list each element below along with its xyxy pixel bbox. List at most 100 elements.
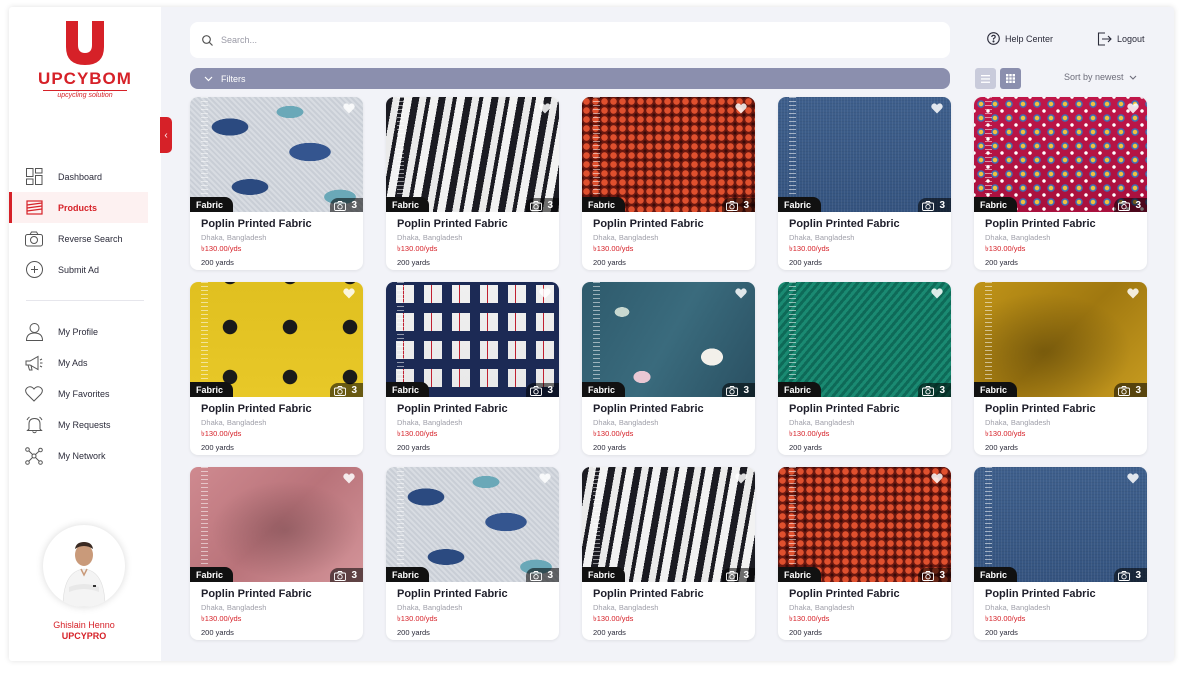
sidebar-item-my-network[interactable]: My Network xyxy=(9,440,148,471)
brand-logo[interactable]: UPCYBOM upcycling solution xyxy=(35,21,135,111)
favorite-heart-icon[interactable] xyxy=(539,101,551,119)
favorite-heart-icon[interactable] xyxy=(343,471,355,489)
product-card[interactable]: Fabric 3 Poplin Printed Fabric Dhaka, Ba… xyxy=(778,282,951,455)
product-image[interactable]: Fabric 3 xyxy=(974,97,1147,212)
product-title[interactable]: Poplin Printed Fabric xyxy=(985,218,1136,230)
product-image[interactable]: Fabric 3 xyxy=(974,467,1147,582)
photo-count-value: 3 xyxy=(1135,385,1141,396)
list-icon xyxy=(981,74,990,83)
measuring-tape xyxy=(593,467,600,582)
photo-count: 3 xyxy=(526,198,559,212)
product-location: Dhaka, Bangladesh xyxy=(985,418,1051,427)
product-image[interactable]: Fabric 3 xyxy=(386,282,559,397)
sidebar-item-my-ads[interactable]: My Ads xyxy=(9,347,148,378)
camera-icon xyxy=(726,385,739,396)
photo-count: 3 xyxy=(1114,568,1147,582)
product-image[interactable]: Fabric 3 xyxy=(190,282,363,397)
product-card[interactable]: Fabric 3 Poplin Printed Fabric Dhaka, Ba… xyxy=(974,467,1147,640)
sidebar-item-products[interactable]: Products xyxy=(9,192,148,223)
product-image[interactable]: Fabric 3 xyxy=(778,282,951,397)
help-center-label: Help Center xyxy=(1005,33,1054,44)
product-info: Poplin Printed Fabric Dhaka, Bangladesh … xyxy=(190,582,363,640)
photo-count-value: 3 xyxy=(743,385,749,396)
product-image[interactable]: Fabric 3 xyxy=(190,467,363,582)
favorite-heart-icon[interactable] xyxy=(1127,471,1139,489)
filters-toggle[interactable]: Filters xyxy=(190,68,950,89)
sort-dropdown[interactable]: Sort by newest xyxy=(1064,72,1137,82)
product-card[interactable]: Fabric 3 Poplin Printed Fabric Dhaka, Ba… xyxy=(386,282,559,455)
product-image[interactable]: Fabric 3 xyxy=(974,282,1147,397)
product-title[interactable]: Poplin Printed Fabric xyxy=(789,588,940,600)
logout-button[interactable]: Logout xyxy=(1097,32,1145,46)
logout-icon xyxy=(1097,32,1112,46)
search-bar[interactable] xyxy=(190,22,950,58)
product-image[interactable]: Fabric 3 xyxy=(386,467,559,582)
sidebar-item-my-requests[interactable]: My Requests xyxy=(9,409,148,440)
product-title[interactable]: Poplin Printed Fabric xyxy=(985,588,1136,600)
sidebar-item-my-favorites[interactable]: My Favorites xyxy=(9,378,148,409)
product-title[interactable]: Poplin Printed Fabric xyxy=(397,218,548,230)
favorite-heart-icon[interactable] xyxy=(539,286,551,304)
product-title[interactable]: Poplin Printed Fabric xyxy=(789,218,940,230)
user-profile-card[interactable]: Ghislain Henno UPCYPRO xyxy=(42,525,126,641)
product-image[interactable]: Fabric 3 xyxy=(778,97,951,212)
product-image[interactable]: Fabric 3 xyxy=(582,467,755,582)
user-name: Ghislain Henno xyxy=(53,620,115,630)
favorite-heart-icon[interactable] xyxy=(1127,286,1139,304)
favorite-heart-icon[interactable] xyxy=(931,101,943,119)
list-view-button[interactable] xyxy=(975,68,996,89)
product-card[interactable]: Fabric 3 Poplin Printed Fabric Dhaka, Ba… xyxy=(974,97,1147,270)
favorite-heart-icon[interactable] xyxy=(1127,101,1139,119)
favorite-heart-icon[interactable] xyxy=(931,471,943,489)
sidebar-item-reverse-search[interactable]: Reverse Search xyxy=(9,223,148,254)
product-card[interactable]: Fabric 3 Poplin Printed Fabric Dhaka, Ba… xyxy=(778,467,951,640)
favorite-heart-icon[interactable] xyxy=(539,471,551,489)
product-title[interactable]: Poplin Printed Fabric xyxy=(985,403,1136,415)
product-image[interactable]: Fabric 3 xyxy=(190,97,363,212)
product-title[interactable]: Poplin Printed Fabric xyxy=(593,588,744,600)
product-image[interactable]: Fabric 3 xyxy=(778,467,951,582)
sidebar-collapse-button[interactable]: ‹ xyxy=(160,117,172,153)
sidebar-item-submit-ad[interactable]: Submit Ad xyxy=(9,254,148,285)
product-location: Dhaka, Bangladesh xyxy=(201,233,267,242)
favorite-heart-icon[interactable] xyxy=(343,101,355,119)
product-image[interactable]: Fabric 3 xyxy=(582,282,755,397)
product-info: Poplin Printed Fabric Dhaka, Bangladesh … xyxy=(778,212,951,270)
product-card[interactable]: Fabric 3 Poplin Printed Fabric Dhaka, Ba… xyxy=(582,282,755,455)
product-title[interactable]: Poplin Printed Fabric xyxy=(593,403,744,415)
product-info: Poplin Printed Fabric Dhaka, Bangladesh … xyxy=(190,212,363,270)
favorite-heart-icon[interactable] xyxy=(735,286,747,304)
product-card[interactable]: Fabric 3 Poplin Printed Fabric Dhaka, Ba… xyxy=(190,467,363,640)
category-badge: Fabric xyxy=(190,197,234,212)
product-card[interactable]: Fabric 3 Poplin Printed Fabric Dhaka, Ba… xyxy=(386,97,559,270)
product-title[interactable]: Poplin Printed Fabric xyxy=(397,403,548,415)
product-card[interactable]: Fabric 3 Poplin Printed Fabric Dhaka, Ba… xyxy=(582,97,755,270)
sidebar-item-my-profile[interactable]: My Profile xyxy=(9,316,148,347)
favorite-heart-icon[interactable] xyxy=(931,286,943,304)
sidebar-item-dashboard[interactable]: Dashboard xyxy=(9,161,148,192)
product-image[interactable]: Fabric 3 xyxy=(386,97,559,212)
product-title[interactable]: Poplin Printed Fabric xyxy=(397,588,548,600)
product-title[interactable]: Poplin Printed Fabric xyxy=(201,218,352,230)
product-quantity: 200 yards xyxy=(201,628,234,637)
product-title[interactable]: Poplin Printed Fabric xyxy=(201,403,352,415)
avatar[interactable] xyxy=(43,525,125,607)
favorite-heart-icon[interactable] xyxy=(735,471,747,489)
product-image[interactable]: Fabric 3 xyxy=(582,97,755,212)
favorite-heart-icon[interactable] xyxy=(735,101,747,119)
product-title[interactable]: Poplin Printed Fabric xyxy=(593,218,744,230)
category-badge: Fabric xyxy=(386,567,430,582)
product-card[interactable]: Fabric 3 Poplin Printed Fabric Dhaka, Ba… xyxy=(386,467,559,640)
product-card[interactable]: Fabric 3 Poplin Printed Fabric Dhaka, Ba… xyxy=(974,282,1147,455)
product-card[interactable]: Fabric 3 Poplin Printed Fabric Dhaka, Ba… xyxy=(190,97,363,270)
bell-icon xyxy=(25,416,43,434)
search-input[interactable] xyxy=(221,35,821,45)
product-title[interactable]: Poplin Printed Fabric xyxy=(789,403,940,415)
favorite-heart-icon[interactable] xyxy=(343,286,355,304)
product-card[interactable]: Fabric 3 Poplin Printed Fabric Dhaka, Ba… xyxy=(778,97,951,270)
grid-view-button[interactable] xyxy=(1000,68,1021,89)
product-title[interactable]: Poplin Printed Fabric xyxy=(201,588,352,600)
product-card[interactable]: Fabric 3 Poplin Printed Fabric Dhaka, Ba… xyxy=(190,282,363,455)
help-center-link[interactable]: Help Center xyxy=(987,32,1053,45)
product-card[interactable]: Fabric 3 Poplin Printed Fabric Dhaka, Ba… xyxy=(582,467,755,640)
